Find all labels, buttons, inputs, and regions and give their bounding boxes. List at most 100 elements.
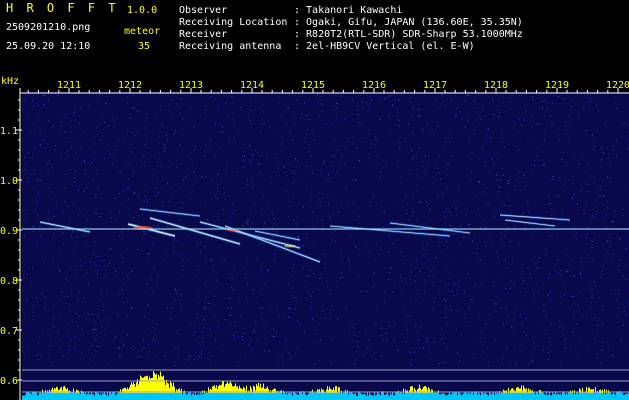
level-bar: [269, 391, 270, 400]
noise-speck: [373, 273, 375, 274]
noise-speck: [454, 194, 456, 196]
noise-speck: [372, 287, 374, 289]
noise-speck: [312, 211, 314, 213]
noise-speck: [127, 349, 129, 351]
noise-speck: [497, 190, 499, 192]
noise-speck: [616, 107, 618, 109]
noise-speck: [368, 129, 370, 131]
level-bar: [489, 391, 490, 400]
noise-speck: [515, 362, 517, 364]
noise-speck: [71, 319, 73, 321]
noise-speck: [397, 349, 399, 351]
level-bar: [450, 394, 451, 400]
noise-speck: [404, 164, 406, 166]
level-bar: [48, 391, 49, 400]
noise-speck: [135, 347, 137, 349]
noise-speck: [25, 163, 27, 165]
noise-speck: [89, 358, 91, 360]
level-bar: [195, 391, 196, 400]
noise-speck: [450, 213, 452, 215]
noise-speck: [537, 123, 538, 125]
noise-speck: [408, 219, 410, 221]
level-peak: [602, 389, 603, 393]
noise-speck: [601, 148, 602, 149]
noise-speck: [88, 194, 90, 195]
noise-speck: [523, 330, 525, 332]
noise-speck: [62, 218, 64, 220]
noise-speck: [360, 356, 362, 357]
level-bar: [494, 394, 495, 400]
noise-speck: [559, 327, 561, 329]
noise-speck: [602, 324, 604, 326]
level-bar: [610, 392, 611, 400]
noise-speck: [215, 231, 217, 233]
noise-speck: [290, 131, 292, 133]
noise-speck: [222, 131, 224, 133]
noise-speck: [352, 339, 354, 341]
level-bar: [94, 395, 95, 400]
noise-speck: [196, 359, 198, 361]
noise-speck: [462, 117, 464, 119]
level-bar: [626, 393, 627, 400]
noise-speck: [543, 304, 545, 306]
noise-speck: [196, 317, 198, 319]
noise-speck: [476, 337, 478, 339]
noise-speck: [163, 144, 165, 146]
noise-speck: [395, 103, 397, 105]
noise-speck: [234, 269, 236, 271]
level-bar: [623, 394, 624, 400]
noise-speck: [195, 352, 197, 353]
noise-speck: [391, 362, 393, 364]
noise-speck: [373, 208, 375, 210]
noise-speck: [454, 327, 456, 329]
noise-speck: [268, 172, 270, 174]
noise-speck: [143, 317, 145, 319]
noise-speck: [395, 124, 397, 126]
noise-speck: [401, 280, 403, 282]
noise-speck: [476, 252, 478, 254]
level-bar: [247, 391, 248, 400]
noise-speck: [260, 243, 261, 245]
noise-speck: [167, 183, 168, 185]
noise-speck: [494, 303, 496, 305]
noise-speck: [330, 293, 332, 295]
noise-speck: [100, 140, 102, 142]
noise-speck: [34, 187, 36, 189]
noise-speck: [581, 193, 583, 195]
noise-speck: [389, 95, 391, 97]
noise-speck: [538, 98, 540, 100]
level-peak: [223, 381, 224, 393]
noise-speck: [198, 292, 200, 294]
noise-speck: [104, 334, 106, 336]
noise-speck: [287, 358, 289, 360]
noise-speck: [414, 325, 416, 327]
noise-speck: [171, 307, 173, 309]
noise-speck: [194, 323, 196, 325]
noise-speck: [153, 267, 155, 269]
noise-speck: [382, 166, 384, 168]
noise-speck: [405, 281, 407, 283]
noise-speck: [614, 252, 616, 254]
noise-speck: [193, 359, 195, 360]
noise-speck: [261, 193, 263, 195]
noise-speck: [296, 99, 298, 101]
noise-speck: [460, 279, 462, 281]
noise-speck: [119, 254, 121, 256]
noise-speck: [43, 207, 45, 208]
noise-speck: [163, 213, 165, 215]
noise-speck: [245, 298, 246, 300]
noise-speck: [439, 290, 441, 292]
noise-speck: [499, 112, 501, 114]
noise-speck: [177, 295, 179, 297]
level-bar: [437, 391, 438, 400]
level-peak: [227, 381, 228, 393]
noise-speck: [74, 349, 76, 351]
noise-speck: [80, 250, 82, 252]
noise-speck: [489, 314, 491, 315]
noise-speck: [261, 123, 263, 125]
noise-speck: [378, 246, 380, 248]
x-tick-label: 1218: [484, 80, 508, 91]
noise-speck: [51, 362, 53, 364]
level-bar: [84, 393, 85, 400]
noise-speck: [596, 353, 598, 355]
